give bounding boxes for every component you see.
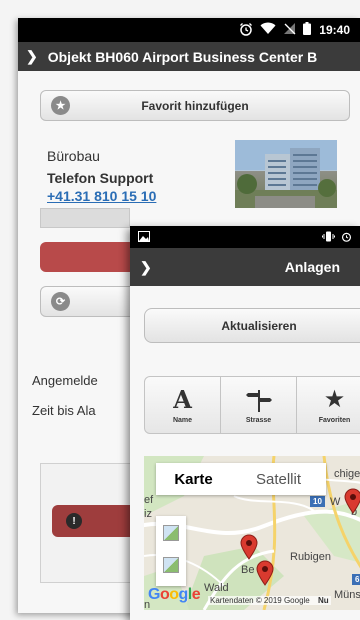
nav-item-label: Strasse bbox=[245, 416, 272, 424]
google-logo-letter: o bbox=[159, 586, 170, 603]
alarm-clock-icon bbox=[341, 230, 352, 245]
logged-in-label: Angemelde bbox=[32, 373, 98, 388]
info-strip bbox=[40, 208, 130, 228]
chevron-right-icon[interactable]: ❯ bbox=[140, 259, 152, 276]
nav-item-street[interactable]: Strasse bbox=[221, 377, 297, 433]
map-place-label: W bbox=[330, 496, 341, 508]
map-pin-icon[interactable] bbox=[240, 534, 258, 560]
add-favorite-button[interactable]: ★ Favorit hinzufügen bbox=[40, 90, 350, 121]
update-label: Aktualisieren bbox=[221, 318, 297, 333]
anlagen-header[interactable]: ❯ Anlagen bbox=[130, 248, 360, 286]
front-status-icons bbox=[322, 230, 352, 245]
warning-icon: ! bbox=[66, 513, 82, 529]
google-logo-letter: G bbox=[148, 586, 160, 603]
status-bar: 19:40 bbox=[18, 18, 360, 42]
map-image-icon[interactable] bbox=[163, 557, 179, 573]
phone-support-label: Telefon Support bbox=[47, 170, 154, 186]
letter-a-icon: A bbox=[173, 384, 192, 414]
map-attribution[interactable]: Kartendaten © 2019 Google Nu bbox=[208, 596, 331, 605]
add-favorite-label: Favorit hinzufügen bbox=[141, 98, 249, 113]
star-icon: ★ bbox=[51, 96, 70, 115]
map-place-label: Wald bbox=[204, 582, 229, 594]
alarm-time-label: Zeit bis Ala bbox=[32, 403, 96, 418]
google-logo-letter: e bbox=[191, 586, 201, 603]
image-notification-icon bbox=[138, 230, 150, 245]
map-controls bbox=[156, 516, 186, 586]
battery-icon bbox=[303, 22, 312, 38]
app-stage: 19:40 ❯ Objekt BH060 Airport Business Ce… bbox=[0, 0, 360, 620]
nav-item-label: Name bbox=[172, 416, 193, 424]
alarm-clock-icon bbox=[239, 22, 253, 39]
wifi-icon bbox=[260, 22, 276, 38]
object-title: Objekt BH060 Airport Business Center B bbox=[47, 48, 318, 65]
map-terms-link[interactable]: Nu bbox=[318, 596, 329, 605]
map-view[interactable]: chigen ef iz W b 10 Rubigen Be Wald 6 Mü… bbox=[144, 456, 360, 610]
map-attribution-text: Kartendaten © 2019 Google bbox=[210, 596, 310, 605]
star-icon: ★ bbox=[323, 386, 346, 413]
map-place-label: Be bbox=[241, 564, 255, 576]
map-place-label: Münsinge bbox=[334, 589, 360, 601]
map-place-label: ef bbox=[144, 494, 154, 506]
object-type: Bürobau bbox=[47, 148, 100, 164]
refresh-icon: ⟳ bbox=[51, 292, 70, 311]
map-pin-icon[interactable] bbox=[344, 488, 360, 514]
object-photo bbox=[235, 140, 337, 208]
chevron-right-icon[interactable]: ❯ bbox=[26, 48, 38, 65]
vibrate-icon bbox=[322, 230, 335, 245]
alarm-action-button[interactable] bbox=[40, 242, 140, 272]
google-logo-letter: g bbox=[178, 586, 189, 603]
front-screen: ❯ Anlagen Aktualisieren A Name Strasse ★… bbox=[130, 226, 360, 620]
map-image-icon[interactable] bbox=[163, 525, 179, 541]
anlagen-title: Anlagen bbox=[284, 259, 340, 275]
map-type-satellite-button[interactable]: Satellit bbox=[231, 471, 326, 488]
nav-item-label: Favoriten bbox=[318, 416, 351, 424]
object-header[interactable]: ❯ Objekt BH060 Airport Business Center B bbox=[18, 42, 360, 71]
refresh-status-button[interactable]: ⟳ bbox=[40, 286, 140, 317]
map-pin-icon[interactable] bbox=[256, 560, 274, 586]
road-shield: 6 bbox=[352, 574, 360, 585]
status-time: 19:40 bbox=[319, 23, 350, 37]
signpost-icon bbox=[245, 387, 272, 413]
update-button[interactable]: Aktualisieren bbox=[144, 308, 360, 343]
status-icons bbox=[239, 22, 312, 39]
map-place-label: iz bbox=[144, 508, 152, 520]
road-shield: 10 bbox=[310, 496, 325, 507]
map-place-label: Rubigen bbox=[290, 551, 331, 563]
google-logo: Google bbox=[148, 586, 201, 604]
map-place-label: chigen bbox=[334, 468, 360, 480]
phone-support-link[interactable]: +41.31 810 15 10 bbox=[47, 188, 156, 204]
front-status-bar bbox=[130, 226, 360, 248]
sort-navbar: A Name Strasse ★ Favoriten bbox=[144, 376, 360, 434]
map-type-toggle: Karte Satellit bbox=[156, 463, 326, 495]
no-signal-icon bbox=[283, 22, 296, 38]
nav-item-name[interactable]: A Name bbox=[145, 377, 221, 433]
map-type-map-button[interactable]: Karte bbox=[156, 471, 231, 488]
trigger-alarm-button[interactable]: ! bbox=[52, 505, 140, 537]
google-logo-letter: o bbox=[169, 586, 179, 603]
nav-item-favorites[interactable]: ★ Favoriten bbox=[297, 377, 360, 433]
